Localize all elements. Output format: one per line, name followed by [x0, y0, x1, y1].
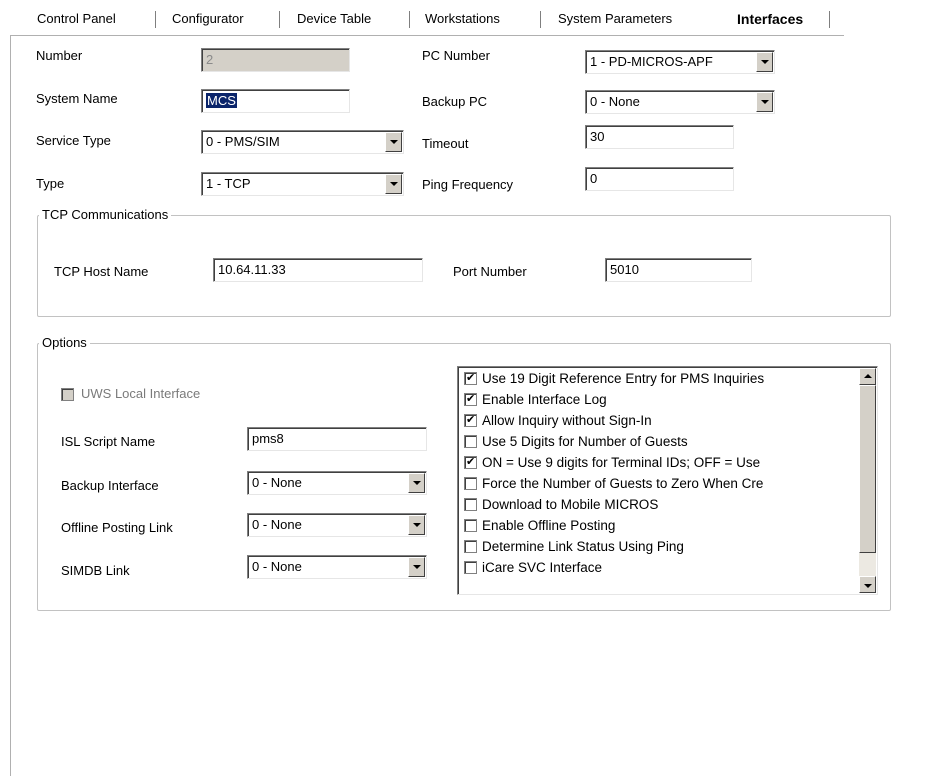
- chevron-down-icon: [413, 481, 421, 485]
- option-label: Enable Offline Posting: [482, 518, 616, 533]
- tab-system-parameters[interactable]: System Parameters: [558, 10, 672, 28]
- chevron-down-icon: [761, 100, 769, 104]
- uws-local-interface-checkbox: [61, 388, 74, 401]
- option-checkbox[interactable]: ✔: [464, 413, 477, 427]
- tcp-host-name-field[interactable]: 10.64.11.33: [213, 258, 423, 282]
- simdb-link-dropdown-button[interactable]: [408, 557, 425, 577]
- option-label: Use 5 Digits for Number of Guests: [482, 434, 688, 449]
- tcp-communications-title: TCP Communications: [39, 207, 172, 223]
- check-icon: ✔: [466, 413, 476, 426]
- backup-interface-dropdown-button[interactable]: [408, 473, 425, 493]
- simdb-link-label: SIMDB Link: [61, 563, 130, 578]
- type-value: 1 - TCP: [206, 176, 251, 191]
- option-checkbox[interactable]: [464, 498, 477, 511]
- check-icon: ✔: [466, 371, 476, 384]
- offline-posting-link-select[interactable]: 0 - None: [247, 513, 427, 537]
- offline-posting-link-label: Offline Posting Link: [61, 520, 173, 535]
- tab-separator: [829, 11, 830, 28]
- ping-frequency-field[interactable]: 0: [585, 167, 734, 191]
- panel-left-border: [10, 36, 11, 776]
- option-label: iCare SVC Interface: [482, 560, 603, 575]
- scroll-up-button[interactable]: [859, 368, 876, 385]
- option-label: Allow Inquiry without Sign-In: [482, 413, 652, 428]
- type-dropdown-button[interactable]: [385, 174, 402, 194]
- backup-interface-value: 0 - None: [252, 475, 302, 490]
- service-type-select[interactable]: 0 - PMS/SIM: [201, 130, 404, 154]
- option-checkbox[interactable]: [464, 561, 477, 574]
- arrow-up-icon: [864, 374, 872, 378]
- chevron-down-icon: [413, 565, 421, 569]
- scroll-thumb[interactable]: [859, 385, 876, 553]
- tab-device-table[interactable]: Device Table: [297, 10, 371, 28]
- options-title: Options: [39, 335, 90, 351]
- check-icon: ✔: [466, 455, 476, 468]
- backup-pc-dropdown-button[interactable]: [756, 92, 773, 112]
- timeout-field[interactable]: 30: [585, 125, 734, 149]
- timeout-label: Timeout: [422, 136, 469, 151]
- backup-pc-label: Backup PC: [422, 94, 488, 109]
- tcp-host-name-label: TCP Host Name: [54, 264, 149, 279]
- tab-underline: [10, 35, 844, 36]
- pc-number-dropdown-button[interactable]: [756, 52, 773, 72]
- tab-configurator[interactable]: Configurator: [172, 10, 244, 28]
- option-checkbox[interactable]: [464, 435, 477, 448]
- type-select[interactable]: 1 - TCP: [201, 172, 404, 196]
- backup-interface-label: Backup Interface: [61, 478, 159, 493]
- service-type-dropdown-button[interactable]: [385, 132, 402, 152]
- option-label: Enable Interface Log: [482, 392, 607, 407]
- port-number-field[interactable]: 5010: [605, 258, 752, 282]
- pc-number-value: 1 - PD-MICROS-APF: [590, 54, 713, 69]
- chevron-down-icon: [390, 182, 398, 186]
- system-name-value: MCS: [206, 93, 237, 108]
- chevron-down-icon: [390, 140, 398, 144]
- check-icon: ✔: [466, 392, 476, 405]
- uws-local-interface-label: UWS Local Interface: [81, 386, 201, 401]
- tab-strip: Control Panel Configurator Device Table …: [0, 0, 941, 40]
- isl-script-name-label: ISL Script Name: [61, 434, 156, 449]
- arrow-down-icon: [864, 584, 872, 588]
- offline-posting-link-value: 0 - None: [252, 517, 302, 532]
- option-checkbox[interactable]: ✔: [464, 392, 477, 406]
- simdb-link-value: 0 - None: [252, 559, 302, 574]
- option-label: Download to Mobile MICROS: [482, 497, 659, 512]
- tab-separator: [279, 11, 280, 28]
- option-checkbox[interactable]: [464, 540, 477, 553]
- option-label: Use 19 Digit Reference Entry for PMS Inq…: [482, 371, 765, 386]
- service-type-value: 0 - PMS/SIM: [206, 134, 280, 149]
- option-label: Force the Number of Guests to Zero When …: [482, 476, 764, 491]
- option-flags-scrollbar[interactable]: [859, 368, 876, 593]
- number-field: 2: [201, 48, 350, 72]
- ping-frequency-label: Ping Frequency: [422, 177, 514, 192]
- scroll-down-button[interactable]: [859, 576, 876, 593]
- system-name-label: System Name: [36, 91, 118, 106]
- simdb-link-select[interactable]: 0 - None: [247, 555, 427, 579]
- type-label: Type: [36, 176, 65, 191]
- tab-separator: [540, 11, 541, 28]
- option-checkbox[interactable]: [464, 519, 477, 532]
- offline-posting-link-dropdown-button[interactable]: [408, 515, 425, 535]
- option-checkbox[interactable]: [464, 477, 477, 490]
- option-checkbox[interactable]: ✔: [464, 455, 477, 469]
- pc-number-select[interactable]: 1 - PD-MICROS-APF: [585, 50, 775, 74]
- option-label: ON = Use 9 digits for Terminal IDs; OFF …: [482, 455, 761, 470]
- tab-control-panel[interactable]: Control Panel: [37, 10, 116, 28]
- tab-separator: [155, 11, 156, 28]
- port-number-label: Port Number: [453, 264, 527, 279]
- chevron-down-icon: [413, 523, 421, 527]
- isl-script-name-field[interactable]: pms8: [247, 427, 427, 451]
- backup-pc-value: 0 - None: [590, 94, 640, 109]
- chevron-down-icon: [761, 60, 769, 64]
- system-name-field[interactable]: MCS: [201, 89, 350, 113]
- tab-workstations[interactable]: Workstations: [425, 10, 500, 28]
- pc-number-label: PC Number: [422, 48, 490, 63]
- tab-separator: [409, 11, 410, 28]
- tab-interfaces[interactable]: Interfaces: [737, 10, 803, 28]
- option-label: Determine Link Status Using Ping: [482, 539, 684, 554]
- service-type-label: Service Type: [36, 133, 111, 148]
- backup-pc-select[interactable]: 0 - None: [585, 90, 775, 114]
- backup-interface-select[interactable]: 0 - None: [247, 471, 427, 495]
- number-label: Number: [36, 48, 83, 63]
- option-flags-listbox[interactable]: ✔ Use 19 Digit Reference Entry for PMS I…: [457, 366, 878, 595]
- option-checkbox[interactable]: ✔: [464, 371, 477, 385]
